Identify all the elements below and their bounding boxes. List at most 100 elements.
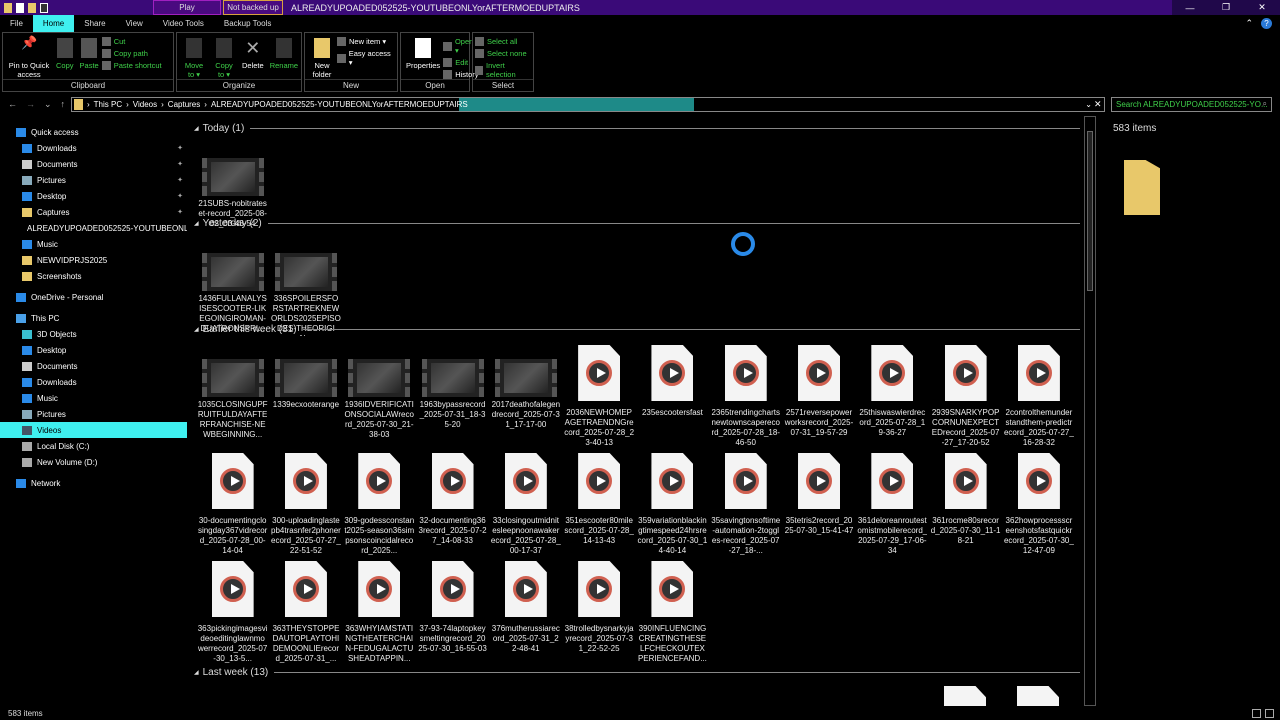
recent-locations-icon[interactable]: ⌄ [44, 99, 52, 110]
details-view-icon[interactable] [1252, 709, 1261, 718]
tab-video-tools[interactable]: Video Tools [153, 15, 214, 32]
sidebar-item[interactable]: Music [0, 236, 187, 252]
customize-icon[interactable] [40, 2, 48, 13]
file-item[interactable]: 300-uploadinglastepb4trasnfer2phonerecor… [269, 449, 342, 557]
file-item[interactable]: 2017deathofalegendrecord_2025-07-31_17-1… [489, 341, 562, 449]
context-tab-play[interactable]: Play [153, 0, 221, 15]
help-icon[interactable]: ? [1261, 18, 1272, 29]
sidebar-item[interactable]: New Volume (D:) [0, 454, 187, 470]
vertical-scrollbar[interactable] [1084, 116, 1096, 706]
breadcrumb-captures[interactable]: Captures [168, 100, 200, 109]
tab-backup-tools[interactable]: Backup Tools [214, 15, 281, 32]
sidebar-item[interactable]: OneDrive - Personal [0, 289, 187, 305]
new-folder-icon[interactable] [28, 2, 36, 13]
file-item[interactable]: 363WHYIAMSTATINGTHEATERCHAIN-FEDUGALACTU… [343, 557, 416, 665]
tab-share[interactable]: Share [74, 15, 115, 32]
sidebar-item[interactable]: This PC [0, 310, 187, 326]
file-item[interactable]: 2036NEWHOMEPAGETRAENDNGrecord_2025-07-28… [562, 341, 635, 449]
file-item[interactable]: 363pickingimagesvideoeditinglawnmowerrec… [196, 557, 269, 665]
sidebar-item[interactable]: Quick access [0, 124, 187, 140]
file-item[interactable]: 361rocme80srecord_2025-07-30_11-18-21 [929, 449, 1002, 557]
sidebar-item[interactable]: Screenshots [0, 268, 187, 284]
file-item[interactable]: 2controlthemunderstandthem-predictrecord… [1002, 341, 1075, 449]
file-item[interactable]: 30-documentingclosingday367vidrecord_202… [196, 449, 269, 557]
breadcrumb-videos[interactable]: Videos [133, 100, 157, 109]
address-bar[interactable]: › This PC › Videos › Captures › ALREADYUPOAD… [71, 96, 1105, 112]
sidebar-item[interactable]: Desktop ✦ [0, 188, 187, 204]
sidebar-item[interactable]: Network [0, 475, 187, 491]
sidebar-item[interactable]: Downloads [0, 374, 187, 390]
new-item-button[interactable]: New item ▾ [337, 37, 395, 46]
group-header[interactable]: ◢ Last week (13) [194, 667, 1080, 678]
file-item[interactable]: 351escooter80milescord_2025-07-28_14-13-… [562, 449, 635, 557]
file-item[interactable]: 21SUBS-nobitrateset-record_2025-08-02_03… [196, 140, 269, 248]
sidebar-item[interactable]: Documents ✦ [0, 156, 187, 172]
close-button[interactable]: ✕ [1244, 0, 1280, 15]
dropdown-icon[interactable]: ⌄ [1085, 100, 1092, 109]
properties-icon[interactable] [16, 2, 24, 13]
minimize-button[interactable]: — [1172, 0, 1208, 15]
file-item[interactable]: 32-documenting363record_2025-07-27_14-08… [416, 449, 489, 557]
file-item[interactable]: 235escootersfast [636, 341, 709, 449]
select-none-button[interactable]: Select none [475, 49, 531, 58]
file-item[interactable]: 35tetris2record_2025-07-30_15-41-47 [782, 449, 855, 557]
clear-address-icon[interactable]: ✕ [1094, 99, 1102, 110]
up-arrow-icon[interactable]: ↑ [61, 99, 66, 110]
file-item[interactable]: 25thiswaswierdrecord_2025-07-28_19-36-27 [856, 341, 929, 449]
maximize-button[interactable]: ❐ [1208, 0, 1244, 15]
collapse-triangle-icon[interactable]: ◢ [194, 125, 199, 132]
file-item[interactable]: 363THEYSTOPPEDAUTOPLAYTOHIDEMOONLIErecor… [269, 557, 342, 665]
back-arrow-icon[interactable]: ← [8, 99, 17, 110]
collapse-triangle-icon[interactable]: ◢ [194, 326, 199, 333]
forward-arrow-icon[interactable]: → [26, 99, 35, 110]
breadcrumb-current[interactable]: ALREADYUPOADED052525-YOUTUBEONLYorAFTERM… [211, 100, 468, 109]
video-file-icon[interactable] [1017, 686, 1059, 706]
video-file-icon[interactable] [944, 686, 986, 706]
sidebar-item[interactable]: Documents [0, 358, 187, 374]
sidebar-item[interactable]: Captures ✦ [0, 204, 187, 220]
context-tab-not-backed-up[interactable]: Not backed up [223, 0, 283, 15]
file-item[interactable]: 376mutherussiarecord_2025-07-31_22-48-41 [489, 557, 562, 665]
file-item[interactable]: 37-93-74laptopkeysmeltingrecord_2025-07-… [416, 557, 489, 665]
sidebar-item[interactable]: Videos [0, 422, 187, 438]
invert-selection-button[interactable]: Invert selection [475, 61, 531, 79]
file-item[interactable]: 35savingtonsoftime-automation-2toggles-r… [709, 449, 782, 557]
file-item[interactable]: 361deloreanroutestomistmobilerecord_2025… [856, 449, 929, 557]
file-item[interactable]: 38trolledbysnarkyjayrecord_2025-07-31_22… [562, 557, 635, 665]
cut-button[interactable]: Cut [101, 37, 162, 46]
collapse-triangle-icon[interactable]: ◢ [194, 669, 199, 676]
file-item[interactable]: 1339ecxooterange [269, 341, 342, 449]
tab-view[interactable]: View [116, 15, 153, 32]
sidebar-item[interactable]: NEWVIDPRJS2025 [0, 252, 187, 268]
sidebar-item[interactable]: Local Disk (C:) [0, 438, 187, 454]
copy-path-button[interactable]: Copy path [101, 49, 162, 58]
easy-access-button[interactable]: Easy access ▾ [337, 49, 395, 67]
file-item[interactable]: 2571reversepowerworksrecord_2025-07-31_1… [782, 341, 855, 449]
sidebar-item[interactable]: Pictures ✦ [0, 172, 187, 188]
file-item[interactable]: 1963bypassrecord_2025-07-31_18-35-20 [416, 341, 489, 449]
sidebar-item[interactable]: Desktop [0, 342, 187, 358]
file-item[interactable]: 2939SNARKYPOPCORNUNEXPECTEDrecord_2025-0… [929, 341, 1002, 449]
sidebar-item[interactable]: ALREADYUPOADED052525-YOUTUBEONLYorAFTERM… [0, 220, 187, 236]
sidebar-item[interactable]: Music [0, 390, 187, 406]
file-item[interactable]: 2365trendingchartsnewtownscaperecord_202… [709, 341, 782, 449]
tab-home[interactable]: Home [32, 15, 75, 32]
collapse-triangle-icon[interactable]: ◢ [194, 220, 199, 227]
select-all-button[interactable]: Select all [475, 37, 531, 46]
sidebar-item[interactable]: Downloads ✦ [0, 140, 187, 156]
scrollbar-thumb[interactable] [1087, 131, 1093, 291]
file-item[interactable]: 33closingoutmidnitesleepnoonawakerecord_… [489, 449, 562, 557]
sidebar-item[interactable]: Pictures [0, 406, 187, 422]
large-icons-view-icon[interactable] [1265, 709, 1274, 718]
collapse-ribbon-icon[interactable]: ⌃ [1245, 18, 1253, 29]
group-header[interactable]: ◢ Earlier this week (31) [194, 324, 1080, 335]
search-input[interactable]: Search ALREADYUPOADED052525-YO... ⌕ [1111, 96, 1272, 112]
file-item[interactable]: 1936IDVERIFICATIONSOCIALAWrecord_2025-07… [343, 341, 416, 449]
tab-file[interactable]: File [0, 15, 33, 32]
group-header[interactable]: ◢ Today (1) [194, 123, 1080, 134]
breadcrumb-this-pc[interactable]: This PC [94, 100, 122, 109]
file-item[interactable]: 309-godessconstant2025-season36simpsonsc… [343, 449, 416, 557]
group-header[interactable]: ◢ Yesterday (2) [194, 218, 1080, 229]
file-item[interactable]: 362howprocessscreenshotsfastquickrecord_… [1002, 449, 1075, 557]
paste-shortcut-button[interactable]: Paste shortcut [101, 61, 162, 70]
